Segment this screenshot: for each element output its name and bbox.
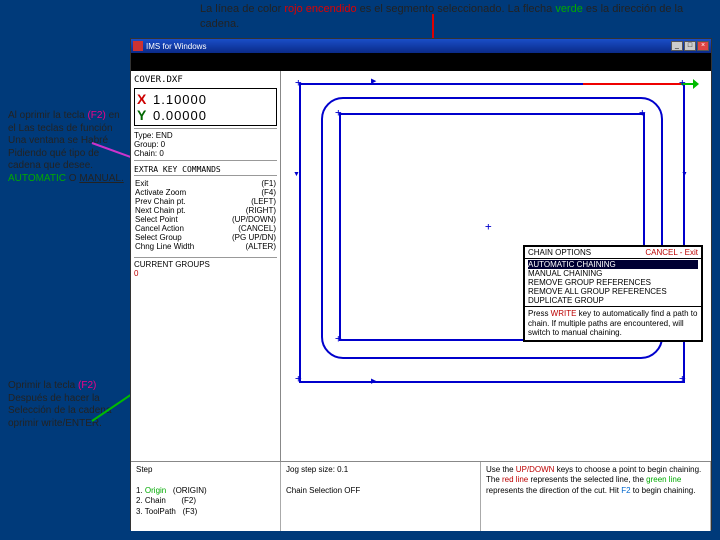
option-duplicate-group[interactable]: DUPLICATE GROUP: [528, 296, 698, 305]
selected-segment: [583, 83, 685, 85]
option-auto-chain[interactable]: AUTOMATIC CHAINING: [528, 260, 698, 269]
hint-text: Use the UP/DOWN keys to choose a point t…: [481, 462, 711, 531]
marker-plus: +: [335, 107, 342, 118]
step-list: Step 1. Origin (ORIGIN) 2. Chain (F2) 3.…: [131, 462, 281, 531]
coord-y-label: Y: [137, 107, 149, 123]
coord-x-label: X: [137, 91, 149, 107]
bottom-panel: Step 1. Origin (ORIGIN) 2. Chain (F2) 3.…: [131, 461, 711, 531]
popup-cancel[interactable]: CANCEL - Exit: [645, 248, 698, 257]
marker-plus: +: [639, 107, 646, 118]
keys-header: EXTRA KEY COMMANDS: [134, 165, 277, 176]
coord-x-value: 1.10000: [153, 92, 207, 107]
left-panel: COVER.DXF X 1.10000 Y 0.00000 Type: END Gr…: [131, 71, 281, 461]
keys-list: Exit(F1) Activate Zoom(F4) Prev Chain pt…: [134, 179, 277, 251]
marker-plus: +: [679, 77, 686, 88]
marker-plus: +: [679, 373, 686, 384]
coord-y-value: 0.00000: [153, 108, 207, 123]
drawing-canvas[interactable]: + + + + + + + + + ▶ ▶ ▼ ▼ CHAIN OPTIONS …: [281, 71, 711, 461]
app-window: IMS for Windows _ □ × COVER.DXF X 1.10000…: [130, 38, 712, 530]
jog-info: Jog step size: 0.1 Chain Selection OFF: [281, 462, 481, 531]
marker-plus: +: [335, 333, 342, 344]
caption-top: La línea de color rojo encendido es el s…: [200, 2, 710, 33]
marker-tri: ▶: [371, 377, 376, 385]
note-left-1: Al oprimir la tecla (F2) en el Las tecla…: [8, 110, 128, 185]
titlebar: IMS for Windows _ □ ×: [131, 39, 711, 53]
marker-tri: ▼: [293, 171, 300, 178]
note-left-2: Oprimir la tecla (F2) Después de hacer l…: [8, 380, 128, 430]
red-text: rojo encendido: [284, 3, 356, 15]
option-remove-all-refs[interactable]: REMOVE ALL GROUP REFERENCES: [528, 287, 698, 296]
close-button[interactable]: ×: [697, 41, 709, 51]
meta-box: Type: END Group: 0 Chain: 0: [134, 128, 277, 161]
app-topbar: [131, 53, 711, 71]
window-title: IMS for Windows: [146, 42, 671, 51]
marker-plus: +: [295, 77, 302, 88]
app-icon: [133, 41, 143, 51]
minimize-button[interactable]: _: [671, 41, 683, 51]
file-name: COVER.DXF: [134, 74, 277, 86]
marker-plus: +: [485, 221, 492, 232]
marker-plus: +: [295, 373, 302, 384]
current-groups: CURRENT GROUPS 0: [134, 257, 277, 278]
marker-tri: ▶: [371, 77, 376, 85]
option-remove-refs[interactable]: REMOVE GROUP REFERENCES: [528, 278, 698, 287]
marker-tri: ▼: [681, 171, 688, 178]
coord-box: X 1.10000 Y 0.00000: [134, 88, 277, 126]
popup-options: AUTOMATIC CHAINING MANUAL CHAINING REMOV…: [525, 259, 701, 306]
option-manual-chain[interactable]: MANUAL CHAINING: [528, 269, 698, 278]
popup-title: CHAIN OPTIONS: [528, 248, 591, 257]
maximize-button[interactable]: □: [684, 41, 696, 51]
green-text: verde: [555, 3, 583, 15]
popup-message: Press WRITE key to automatically find a …: [525, 306, 701, 340]
chain-options-popup: CHAIN OPTIONS CANCEL - Exit AUTOMATIC CH…: [523, 245, 703, 342]
